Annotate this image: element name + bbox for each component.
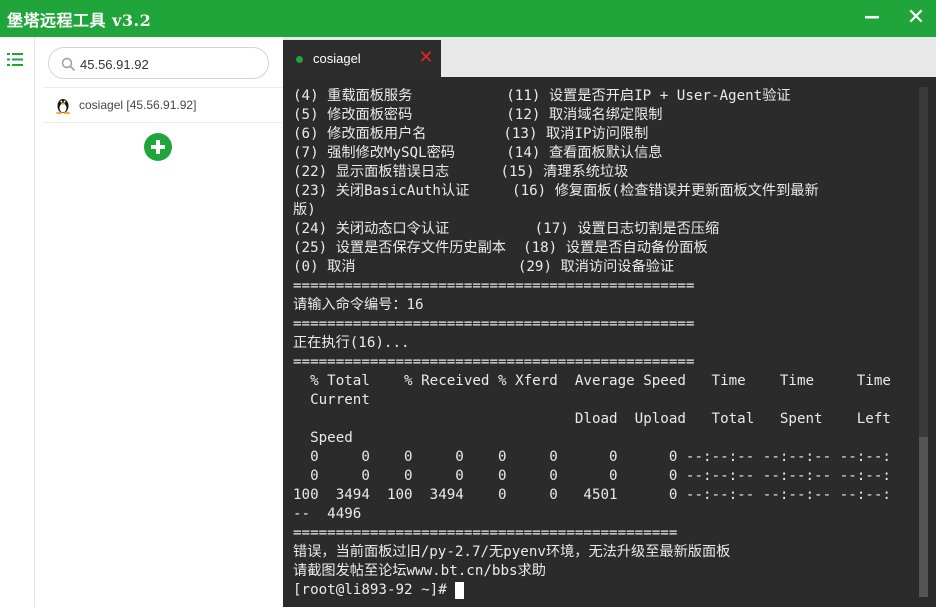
terminal-line: (5) 修改面板密码 (12) 取消域名绑定限制	[293, 107, 663, 123]
host-label: cosiagel [45.56.91.92]	[79, 98, 197, 112]
terminal-line: 0 0 0 0 0 0 0 0 --:--:-- --:--:-- --:--:	[293, 449, 891, 465]
add-host-button[interactable]	[144, 133, 172, 161]
terminal-line: ========================================…	[293, 278, 695, 294]
terminal-scrollbar[interactable]	[919, 87, 928, 597]
search-input[interactable]	[80, 55, 260, 73]
minimize-button[interactable]: −	[856, 3, 888, 33]
list-menu-icon[interactable]	[7, 53, 23, 66]
terminal-cursor	[455, 582, 465, 599]
host-sidebar: cosiagel [45.56.91.92]	[35, 37, 301, 607]
terminal-line: (4) 重载面板服务 (11) 设置是否开启IP + User-Agent验证	[293, 88, 791, 104]
terminal-line: ========================================…	[293, 354, 695, 370]
shell-prompt: [root@li893-92 ~]#	[293, 582, 456, 598]
terminal-line: -- 4496	[293, 506, 362, 522]
terminal-line: ========================================…	[293, 316, 695, 332]
terminal-line: (24) 关闭动态口令认证 (17) 设置日志切割是否压缩	[293, 221, 720, 237]
terminal-line: (22) 显示面板错误日志 (15) 清理系统垃圾	[293, 164, 629, 180]
terminal-line: 版)	[293, 202, 316, 218]
terminal-line: 正在执行(16)...	[293, 335, 410, 351]
terminal-line: 错误，当前面板过旧/py-2.7/无pyenv环境，无法升级至最新版面板	[293, 544, 731, 560]
terminal-prompt-line: [root@li893-92 ~]#	[293, 581, 918, 600]
terminal-line: (6) 修改面板用户名 (13) 取消IP访问限制	[293, 126, 649, 142]
connection-status-dot	[296, 56, 303, 63]
terminal-line: (7) 强制修改MySQL密码 (14) 查看面板默认信息	[293, 145, 663, 161]
tab-bar: cosiagel ✕	[283, 37, 936, 77]
linux-penguin-icon	[56, 99, 70, 114]
scrollbar-thumb[interactable]	[919, 437, 928, 597]
terminal-line: ========================================…	[293, 525, 678, 541]
terminal-line: % Total % Received % Xferd Average Speed…	[293, 373, 891, 389]
tab-close-icon[interactable]: ✕	[416, 47, 436, 69]
terminal-line: Dload Upload Total Spent Left	[293, 411, 891, 427]
search-box	[48, 47, 269, 79]
tab-label: cosiagel	[313, 51, 361, 66]
search-icon	[61, 57, 75, 71]
terminal-line: (0) 取消 (29) 取消访问设备验证	[293, 259, 675, 275]
close-window-button[interactable]: ✕	[900, 3, 932, 33]
terminal-output: (4) 重载面板服务 (11) 设置是否开启IP + User-Agent验证 …	[293, 87, 918, 600]
terminal-line: Current	[293, 392, 370, 408]
terminal-line: Speed	[293, 430, 353, 446]
session-tab[interactable]: cosiagel ✕	[283, 40, 441, 77]
terminal-line: (23) 关闭BasicAuth认证 (16) 修复面板(检查错误并更新面板文件…	[293, 183, 819, 199]
app-title: 堡塔远程工具 v3.2	[7, 11, 152, 30]
terminal-line: 请输入命令编号：16	[293, 297, 424, 313]
icon-bar	[0, 37, 35, 607]
terminal[interactable]: (4) 重载面板服务 (11) 设置是否开启IP + User-Agent验证 …	[283, 77, 936, 607]
terminal-line: 请截图发帖至论坛www.bt.cn/bbs求助	[293, 563, 546, 579]
terminal-line: (25) 设置是否保存文件历史副本 (18) 设置是否自动备份面板	[293, 240, 708, 256]
title-bar: 堡塔远程工具 v3.2 − ✕	[0, 0, 936, 37]
terminal-line: 100 3494 100 3494 0 0 4501 0 --:--:-- --…	[293, 487, 891, 503]
terminal-line: 0 0 0 0 0 0 0 0 --:--:-- --:--:-- --:--:	[293, 468, 891, 484]
host-list-item[interactable]: cosiagel [45.56.91.92]	[43, 87, 301, 123]
